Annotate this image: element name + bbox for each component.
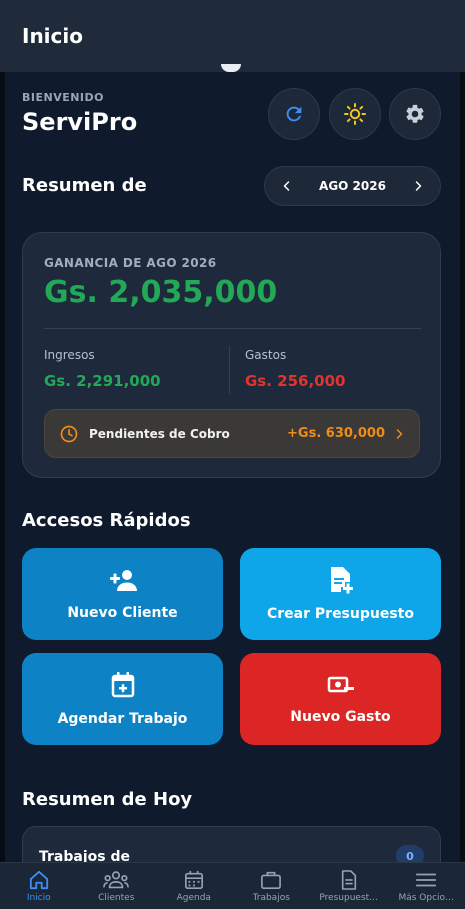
refresh-button[interactable]	[268, 88, 320, 140]
schedule-job-button[interactable]: Agendar Trabajo	[22, 653, 223, 745]
divider	[44, 328, 421, 329]
pending-value: +Gs. 630,000	[287, 426, 385, 441]
profit-label: GANANCIA DE AGO 2026	[44, 256, 217, 270]
menu-icon	[416, 873, 437, 887]
summary-heading: Resumen de	[22, 175, 147, 196]
cash-minus-icon	[327, 676, 354, 693]
period-label: AGO 2026	[319, 179, 386, 193]
nav-jobs[interactable]: Trabajos	[233, 863, 311, 909]
new-client-label: Nuevo Cliente	[67, 605, 178, 621]
calendar-add-icon	[111, 672, 134, 698]
chevron-left-icon[interactable]	[281, 180, 293, 192]
create-quote-button[interactable]: Crear Presupuesto	[240, 548, 441, 640]
quick-access-title: Accesos Rápidos	[22, 510, 191, 531]
nav-agenda[interactable]: Agenda	[155, 863, 233, 909]
brand-name: ServiPro	[22, 108, 138, 136]
page-title: Inicio	[22, 24, 83, 48]
today-title: Resumen de Hoy	[22, 789, 193, 810]
bottom-navigation: Inicio Clientes Agenda Trabajos Presupue…	[0, 862, 465, 909]
new-expense-button[interactable]: Nuevo Gasto	[240, 653, 441, 745]
chevron-right-icon[interactable]	[412, 180, 424, 192]
settings-button[interactable]	[389, 88, 441, 140]
expense-value: Gs. 256,000	[245, 372, 346, 390]
screen-edge-left	[0, 0, 5, 909]
screen-edge-right	[460, 0, 465, 909]
profit-card: GANANCIA DE AGO 2026 Gs. 2,035,000 Ingre…	[22, 232, 441, 478]
refresh-icon	[286, 106, 302, 122]
theme-toggle-button[interactable]	[329, 88, 381, 140]
create-quote-label: Crear Presupuesto	[267, 606, 414, 622]
briefcase-icon	[261, 871, 282, 889]
sun-icon	[344, 103, 366, 125]
nav-quotes[interactable]: Presupuest…	[310, 863, 388, 909]
profit-amount: Gs. 2,035,000	[44, 275, 278, 310]
nav-clients-label: Clientes	[98, 893, 135, 903]
clock-icon	[60, 425, 78, 442]
home-icon	[29, 870, 48, 890]
income-label: Ingresos	[44, 348, 95, 362]
new-client-button[interactable]: Nuevo Cliente	[22, 548, 223, 640]
nav-agenda-label: Agenda	[176, 893, 211, 903]
nav-more-label: Más Opcio…	[398, 893, 455, 903]
nav-quotes-label: Presupuest…	[319, 893, 379, 903]
welcome-greeting: BIENVENIDO	[22, 91, 105, 104]
nav-more[interactable]: Más Opcio…	[388, 863, 465, 909]
pending-collections-row[interactable]: Pendientes de Cobro +Gs. 630,000	[44, 409, 420, 458]
new-expense-label: Nuevo Gasto	[290, 709, 391, 725]
vertical-divider	[229, 346, 230, 394]
people-icon	[103, 871, 130, 889]
schedule-job-label: Agendar Trabajo	[57, 711, 188, 727]
period-selector: AGO 2026	[264, 166, 441, 206]
calendar-icon	[184, 870, 203, 889]
nav-home[interactable]: Inicio	[0, 863, 78, 909]
expense-label: Gastos	[245, 348, 287, 362]
app-bar: Inicio	[0, 0, 465, 72]
nav-clients[interactable]: Clientes	[78, 863, 156, 909]
pending-label: Pendientes de Cobro	[89, 426, 230, 441]
nav-jobs-label: Trabajos	[252, 893, 290, 903]
person-add-icon	[109, 570, 137, 591]
gear-icon	[406, 104, 424, 123]
nav-home-label: Inicio	[26, 893, 51, 903]
document-icon	[341, 870, 356, 890]
income-value: Gs. 2,291,000	[44, 372, 161, 390]
chevron-right-icon	[396, 428, 403, 439]
document-add-icon	[330, 567, 353, 594]
